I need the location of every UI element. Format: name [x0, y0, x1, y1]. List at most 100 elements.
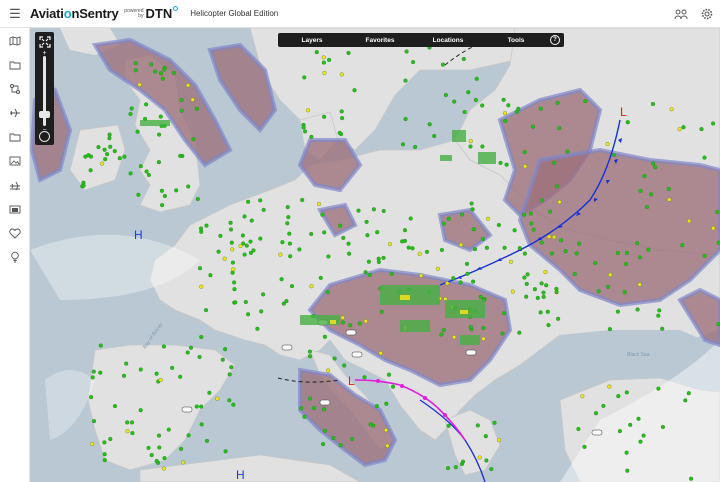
map-icon[interactable] — [8, 34, 22, 48]
weather-station-dot[interactable] — [342, 364, 346, 368]
weather-station-dot[interactable] — [288, 242, 292, 246]
weather-station-dot[interactable] — [442, 222, 446, 226]
weather-station-dot[interactable] — [228, 373, 232, 377]
weather-station-dot[interactable] — [160, 189, 164, 193]
weather-station-dot[interactable] — [413, 145, 417, 149]
weather-station-dot[interactable] — [602, 404, 606, 408]
weather-station-dot[interactable] — [556, 317, 560, 321]
weather-station-dot[interactable] — [513, 228, 517, 232]
weather-station-dot[interactable] — [481, 145, 485, 149]
weather-station-dot[interactable] — [241, 242, 245, 246]
weather-station-dot[interactable] — [459, 243, 463, 247]
weather-station-dot[interactable] — [559, 238, 563, 242]
weather-station-dot[interactable] — [547, 235, 551, 239]
weather-station-dot[interactable] — [642, 434, 646, 438]
weather-station-dot[interactable] — [489, 467, 493, 471]
weather-station-dot[interactable] — [523, 276, 527, 280]
weather-station-dot[interactable] — [217, 250, 221, 254]
weather-station-dot[interactable] — [555, 184, 559, 188]
weather-map[interactable]: Bay of Biscay Black Sea H L L H — [30, 28, 720, 482]
weather-station-dot[interactable] — [425, 250, 429, 254]
weather-station-dot[interactable] — [199, 230, 203, 234]
weather-station-dot[interactable] — [418, 252, 422, 256]
weather-station-dot[interactable] — [347, 252, 351, 256]
weather-station-dot[interactable] — [447, 217, 451, 221]
weather-station-dot[interactable] — [670, 107, 674, 111]
weather-station-dot[interactable] — [583, 445, 587, 449]
weather-station-dot[interactable] — [594, 411, 598, 415]
weather-station-dot[interactable] — [122, 374, 126, 378]
weather-station-dot[interactable] — [195, 107, 199, 111]
weather-station-dot[interactable] — [155, 372, 159, 376]
weather-station-dot[interactable] — [482, 326, 486, 330]
weather-station-dot[interactable] — [126, 429, 130, 433]
settings-gear-icon[interactable] — [700, 7, 714, 21]
weather-station-dot[interactable] — [285, 221, 289, 225]
weather-station-dot[interactable] — [540, 282, 544, 286]
weather-station-dot[interactable] — [647, 248, 651, 252]
weather-station-dot[interactable] — [656, 314, 660, 318]
weather-station-dot[interactable] — [326, 290, 330, 294]
weather-station-dot[interactable] — [232, 281, 236, 285]
weather-station-dot[interactable] — [445, 281, 449, 285]
weather-station-dot[interactable] — [170, 366, 174, 370]
team-icon[interactable] — [674, 7, 688, 21]
weather-station-dot[interactable] — [125, 421, 129, 425]
weather-station-dot[interactable] — [462, 57, 466, 61]
weather-station-dot[interactable] — [186, 351, 190, 355]
weather-station-dot[interactable] — [419, 274, 423, 278]
weather-station-dot[interactable] — [625, 251, 629, 255]
weather-station-dot[interactable] — [409, 217, 413, 221]
weather-station-dot[interactable] — [548, 210, 552, 214]
weather-station-dot[interactable] — [219, 234, 223, 238]
high-pressure-marker[interactable]: H — [236, 468, 245, 482]
weather-station-dot[interactable] — [368, 273, 372, 277]
weather-station-dot[interactable] — [616, 394, 620, 398]
weather-station-dot[interactable] — [262, 208, 266, 212]
weather-station-dot[interactable] — [625, 391, 629, 395]
weather-station-dot[interactable] — [447, 424, 451, 428]
weather-station-dot[interactable] — [87, 153, 91, 157]
weather-station-dot[interactable] — [454, 465, 458, 469]
help-icon[interactable]: ? — [550, 35, 560, 45]
weather-station-dot[interactable] — [539, 311, 543, 315]
weather-station-dot[interactable] — [195, 405, 199, 409]
weather-station-dot[interactable] — [363, 375, 367, 379]
weather-station-dot[interactable] — [159, 72, 163, 76]
weather-station-dot[interactable] — [186, 185, 190, 189]
weather-station-dot[interactable] — [405, 50, 409, 54]
weather-station-dot[interactable] — [502, 98, 506, 102]
aircraft-icon[interactable] — [8, 106, 22, 120]
weather-station-dot[interactable] — [136, 130, 140, 134]
weather-station-dot[interactable] — [178, 154, 182, 158]
weather-station-dot[interactable] — [636, 308, 640, 312]
weather-station-dot[interactable] — [711, 226, 715, 230]
weather-station-dot[interactable] — [441, 63, 445, 67]
weather-station-dot[interactable] — [682, 125, 686, 129]
weather-station-dot[interactable] — [469, 139, 473, 143]
menu-tools[interactable]: Tools — [482, 37, 550, 44]
weather-station-dot[interactable] — [327, 255, 331, 259]
weather-station-dot[interactable] — [181, 461, 185, 465]
weather-station-dot[interactable] — [463, 110, 467, 114]
weather-station-dot[interactable] — [145, 170, 149, 174]
weather-station-dot[interactable] — [612, 153, 616, 157]
weather-station-dot[interactable] — [167, 428, 171, 432]
weather-station-dot[interactable] — [440, 248, 444, 252]
weather-station-dot[interactable] — [310, 284, 314, 288]
weather-station-dot[interactable] — [281, 240, 285, 244]
weather-station-dot[interactable] — [403, 228, 407, 232]
weather-station-dot[interactable] — [689, 477, 693, 481]
weather-station-dot[interactable] — [618, 429, 622, 433]
weather-station-dot[interactable] — [364, 270, 368, 274]
weather-station-dot[interactable] — [637, 417, 641, 421]
weather-station-dot[interactable] — [480, 104, 484, 108]
weather-station-dot[interactable] — [160, 203, 164, 207]
weather-station-dot[interactable] — [608, 327, 612, 331]
weather-station-dot[interactable] — [529, 212, 533, 216]
weather-station-dot[interactable] — [388, 242, 392, 246]
weather-station-dot[interactable] — [482, 337, 486, 341]
weather-station-dot[interactable] — [499, 161, 503, 165]
weather-station-dot[interactable] — [229, 228, 233, 232]
weather-station-dot[interactable] — [323, 335, 327, 339]
